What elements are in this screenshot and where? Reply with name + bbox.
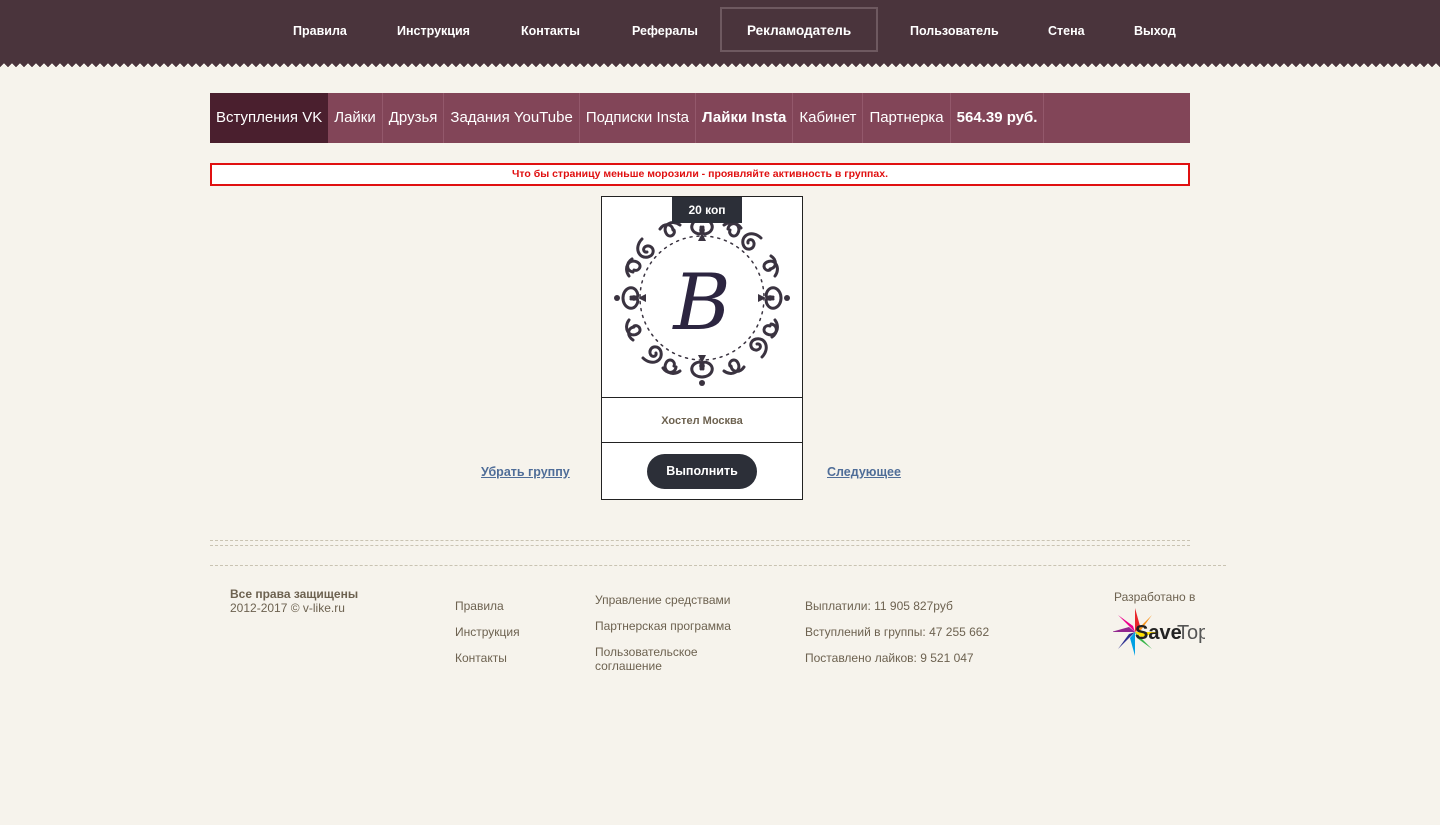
nav-wall[interactable]: Стена — [1048, 0, 1085, 62]
subnav-likes[interactable]: Лайки — [328, 93, 383, 143]
subnav-vk-joins[interactable]: Вступления VK — [210, 93, 329, 143]
subnav-insta-likes[interactable]: Лайки Insta — [696, 93, 794, 143]
nav-user[interactable]: Пользователь — [910, 0, 999, 62]
footer-link-user-agreement[interactable]: Пользовательское соглашение — [595, 645, 745, 673]
footer-links-col2: Управление средствами Партнерская програ… — [595, 593, 745, 673]
task-card: 20 коп B Хостел Москва Выполнить — [601, 196, 803, 500]
svg-text:Save: Save — [1135, 622, 1182, 644]
nav-referrals[interactable]: Рефералы — [632, 0, 698, 62]
subnav-partner[interactable]: Партнерка — [863, 93, 951, 143]
sub-navigation: Вступления VK Лайки Друзья Задания YouTu… — [210, 93, 1190, 143]
footer-link-contacts[interactable]: Контакты — [455, 645, 520, 671]
footer-divider-double — [210, 540, 1190, 546]
footer-divider — [210, 565, 1226, 566]
group-avatar[interactable]: B — [602, 197, 802, 398]
ornament-monogram-image: B — [614, 210, 790, 386]
savetop-star-icon: Save Top — [1111, 608, 1209, 656]
footer-rights: Все права защищены 2012-2017 © v-like.ru — [230, 587, 358, 615]
nav-instruction[interactable]: Инструкция — [397, 0, 470, 62]
stat-likes: Поставлено лайков: 9 521 047 — [805, 651, 974, 665]
rights-copyright: 2012-2017 © v-like.ru — [230, 601, 345, 615]
price-badge: 20 коп — [672, 197, 742, 223]
subnav-youtube-tasks[interactable]: Задания YouTube — [444, 93, 580, 143]
nav-advertiser[interactable]: Рекламодатель — [720, 7, 879, 52]
monogram-letter: B — [671, 258, 730, 348]
subnav-insta-follows[interactable]: Подписки Insta — [580, 93, 696, 143]
savetop-logo[interactable]: Save Top — [1111, 606, 1209, 658]
rights-title: Все права защищены — [230, 587, 359, 601]
stat-group-joins: Вступлений в группы: 47 255 662 — [805, 625, 990, 639]
top-navigation: Правила Инструкция Контакты Рефералы Рек… — [0, 0, 1440, 62]
footer-link-instruction[interactable]: Инструкция — [455, 619, 520, 645]
nav-logout[interactable]: Выход — [1134, 0, 1176, 62]
footer-stats: Выплатили: 11 905 827руб Вступлений в гр… — [805, 593, 989, 671]
footer-link-rules[interactable]: Правила — [455, 593, 520, 619]
group-name: Хостел Москва — [602, 399, 802, 443]
remove-group-link[interactable]: Убрать группу — [481, 465, 570, 479]
footer-link-funds[interactable]: Управление средствами — [595, 593, 745, 607]
subnav-friends[interactable]: Друзья — [383, 93, 445, 143]
svg-text:Top: Top — [1177, 622, 1205, 644]
next-task-link[interactable]: Следующее — [827, 465, 901, 479]
footer-link-partner-program[interactable]: Партнерская программа — [595, 619, 745, 633]
footer-links-col1: Правила Инструкция Контакты — [455, 593, 520, 671]
nav-rules[interactable]: Правила — [293, 0, 347, 62]
subnav-cabinet[interactable]: Кабинет — [793, 93, 864, 143]
developed-by-label: Разработано в — [1114, 590, 1196, 604]
complete-task-button[interactable]: Выполнить — [647, 454, 757, 489]
activity-notice: Что бы страницу меньше морозили - проявл… — [210, 163, 1190, 186]
balance-link[interactable]: 564.39 руб. — [951, 93, 1045, 143]
stat-paid-out: Выплатили: 11 905 827руб — [805, 599, 953, 613]
header-zigzag-edge — [0, 62, 1440, 70]
nav-contacts[interactable]: Контакты — [521, 0, 580, 62]
